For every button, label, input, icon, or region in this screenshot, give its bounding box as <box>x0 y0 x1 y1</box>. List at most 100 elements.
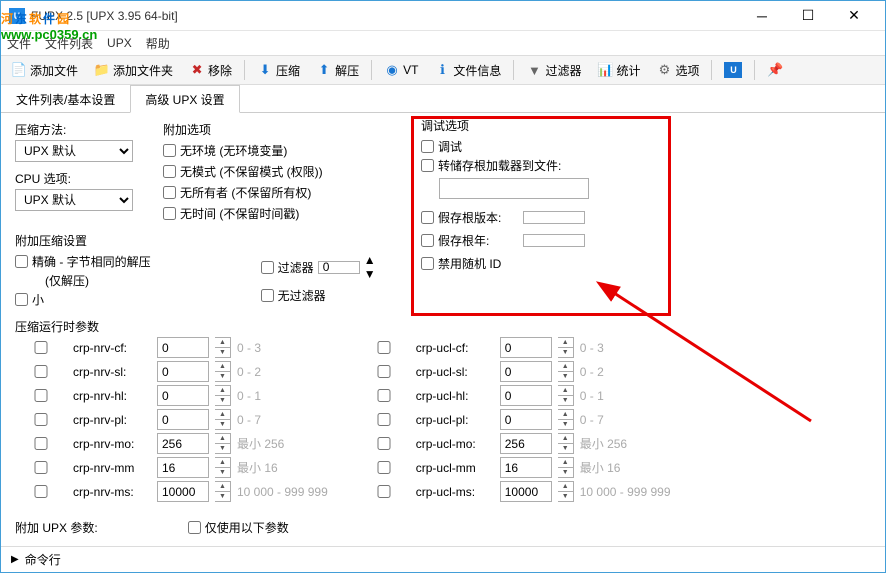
param-check[interactable] <box>15 341 67 354</box>
filter-input[interactable] <box>318 261 360 274</box>
decompress-button[interactable]: ⬆解压 <box>310 59 365 82</box>
param-spinner[interactable]: ▲▼ <box>215 385 231 406</box>
nomode-checkbox[interactable]: 无模式 (不保留模式 (权限)) <box>163 163 323 180</box>
add-file-button[interactable]: 📄添加文件 <box>5 59 84 82</box>
param-spinner[interactable]: ▲▼ <box>215 337 231 358</box>
param-input[interactable] <box>157 361 209 382</box>
nofilter-checkbox[interactable]: 无过滤器 <box>261 287 376 304</box>
param-input[interactable] <box>157 457 209 478</box>
compress-method-label: 压缩方法: <box>15 121 133 138</box>
param-hint: 10 000 - 999 999 <box>237 485 328 499</box>
param-check[interactable] <box>15 461 67 474</box>
exact-hint: (仅解压) <box>45 272 151 289</box>
exact-checkbox[interactable]: 精确 - 字节相同的解压 <box>15 253 151 270</box>
param-input[interactable] <box>157 433 209 454</box>
filter-spinner[interactable]: ▲▼ <box>364 253 376 281</box>
fakeyear-checkbox[interactable] <box>421 234 434 247</box>
param-input[interactable] <box>157 385 209 406</box>
param-check[interactable] <box>358 461 410 474</box>
param-spinner[interactable]: ▲▼ <box>558 337 574 358</box>
filter-checkbox[interactable] <box>261 261 274 274</box>
param-spinner[interactable]: ▲▼ <box>558 481 574 502</box>
param-check[interactable] <box>15 413 67 426</box>
param-input[interactable] <box>500 457 552 478</box>
param-check[interactable] <box>358 389 410 402</box>
fileinfo-icon: ℹ <box>434 62 450 78</box>
param-check[interactable] <box>15 365 67 378</box>
param-check[interactable] <box>358 341 410 354</box>
menu-filelist[interactable]: 文件列表 <box>45 35 93 52</box>
noenv-checkbox[interactable]: 无环境 (无环境变量) <box>163 142 323 159</box>
notime-checkbox[interactable]: 无时间 (不保留时间戳) <box>163 205 323 222</box>
tabs: 文件列表/基本设置 高级 UPX 设置 <box>1 85 885 113</box>
dump-input[interactable] <box>439 178 589 199</box>
commandline-bar[interactable]: ▶ 命令行 <box>1 546 885 572</box>
param-check[interactable] <box>358 413 410 426</box>
dump-checkbox[interactable]: 转储存根加载器到文件: <box>421 157 661 174</box>
stats-icon: 📊 <box>597 62 613 78</box>
param-spinner[interactable]: ▲▼ <box>558 385 574 406</box>
param-hint: 0 - 2 <box>237 365 261 379</box>
param-spinner[interactable]: ▲▼ <box>558 433 574 454</box>
menu-upx[interactable]: UPX <box>107 36 132 50</box>
param-spinner[interactable]: ▲▼ <box>215 481 231 502</box>
param-check[interactable] <box>15 437 67 450</box>
debug-checkbox[interactable]: 调试 <box>421 138 661 155</box>
menu-file[interactable]: 文件 <box>7 35 31 52</box>
fileinfo-button[interactable]: ℹ文件信息 <box>428 59 507 82</box>
maximize-button[interactable]: ☐ <box>785 1 831 31</box>
param-hint: 最小 16 <box>237 459 278 476</box>
add-folder-button[interactable]: 📁添加文件夹 <box>88 59 179 82</box>
vt-icon: ◉ <box>384 62 400 78</box>
stats-button[interactable]: 📊统计 <box>591 59 646 82</box>
param-spinner[interactable]: ▲▼ <box>558 457 574 478</box>
param-check[interactable] <box>358 365 410 378</box>
param-input[interactable] <box>500 409 552 430</box>
param-spinner[interactable]: ▲▼ <box>558 409 574 430</box>
param-check[interactable] <box>15 485 67 498</box>
compress-method-select[interactable]: UPX 默认 <box>15 140 133 162</box>
compress-button[interactable]: ⬇压缩 <box>251 59 306 82</box>
fakever-checkbox[interactable] <box>421 211 434 224</box>
menubar: 文件 文件列表 UPX 帮助 <box>1 31 885 55</box>
param-input[interactable] <box>500 481 552 502</box>
param-check[interactable] <box>15 389 67 402</box>
param-spinner[interactable]: ▲▼ <box>215 433 231 454</box>
vt-button[interactable]: ◉VT <box>378 59 424 81</box>
app-icon: U <box>9 8 25 24</box>
fakeyear-input[interactable] <box>523 234 585 247</box>
param-input[interactable] <box>157 337 209 358</box>
param-spinner[interactable]: ▲▼ <box>215 409 231 430</box>
param-spinner[interactable]: ▲▼ <box>215 361 231 382</box>
param-hint: 0 - 2 <box>580 365 604 379</box>
options-button[interactable]: ⚙选项 <box>650 59 705 82</box>
noowner-checkbox[interactable]: 无所有者 (不保留所有权) <box>163 184 323 201</box>
decompress-icon: ⬆ <box>316 62 332 78</box>
param-input[interactable] <box>500 337 552 358</box>
pin-icon: 📌 <box>767 62 783 78</box>
param-check[interactable] <box>358 437 410 450</box>
tab-advanced[interactable]: 高级 UPX 设置 <box>130 85 239 113</box>
param-input[interactable] <box>500 361 552 382</box>
param-spinner[interactable]: ▲▼ <box>558 361 574 382</box>
pin-button[interactable]: 📌 <box>761 59 789 81</box>
cpu-option-select[interactable]: UPX 默认 <box>15 189 133 211</box>
tab-basic[interactable]: 文件列表/基本设置 <box>1 85 130 113</box>
upx-site-button[interactable]: U <box>718 59 748 81</box>
norand-checkbox[interactable]: 禁用随机 ID <box>421 255 661 272</box>
param-input[interactable] <box>157 409 209 430</box>
debug-legend: 调试选项 <box>421 117 661 134</box>
menu-help[interactable]: 帮助 <box>146 35 170 52</box>
close-button[interactable]: ✕ <box>831 1 877 31</box>
param-input[interactable] <box>157 481 209 502</box>
small-checkbox[interactable]: 小 <box>15 291 151 308</box>
param-input[interactable] <box>500 433 552 454</box>
filter-button[interactable]: ▼过滤器 <box>520 59 587 82</box>
fakever-input[interactable] <box>523 211 585 224</box>
remove-button[interactable]: ✖移除 <box>183 59 238 82</box>
param-check[interactable] <box>358 485 410 498</box>
onlyuse-checkbox[interactable]: 仅使用以下参数 <box>188 519 289 536</box>
param-spinner[interactable]: ▲▼ <box>215 457 231 478</box>
param-input[interactable] <box>500 385 552 406</box>
minimize-button[interactable]: ─ <box>739 1 785 31</box>
